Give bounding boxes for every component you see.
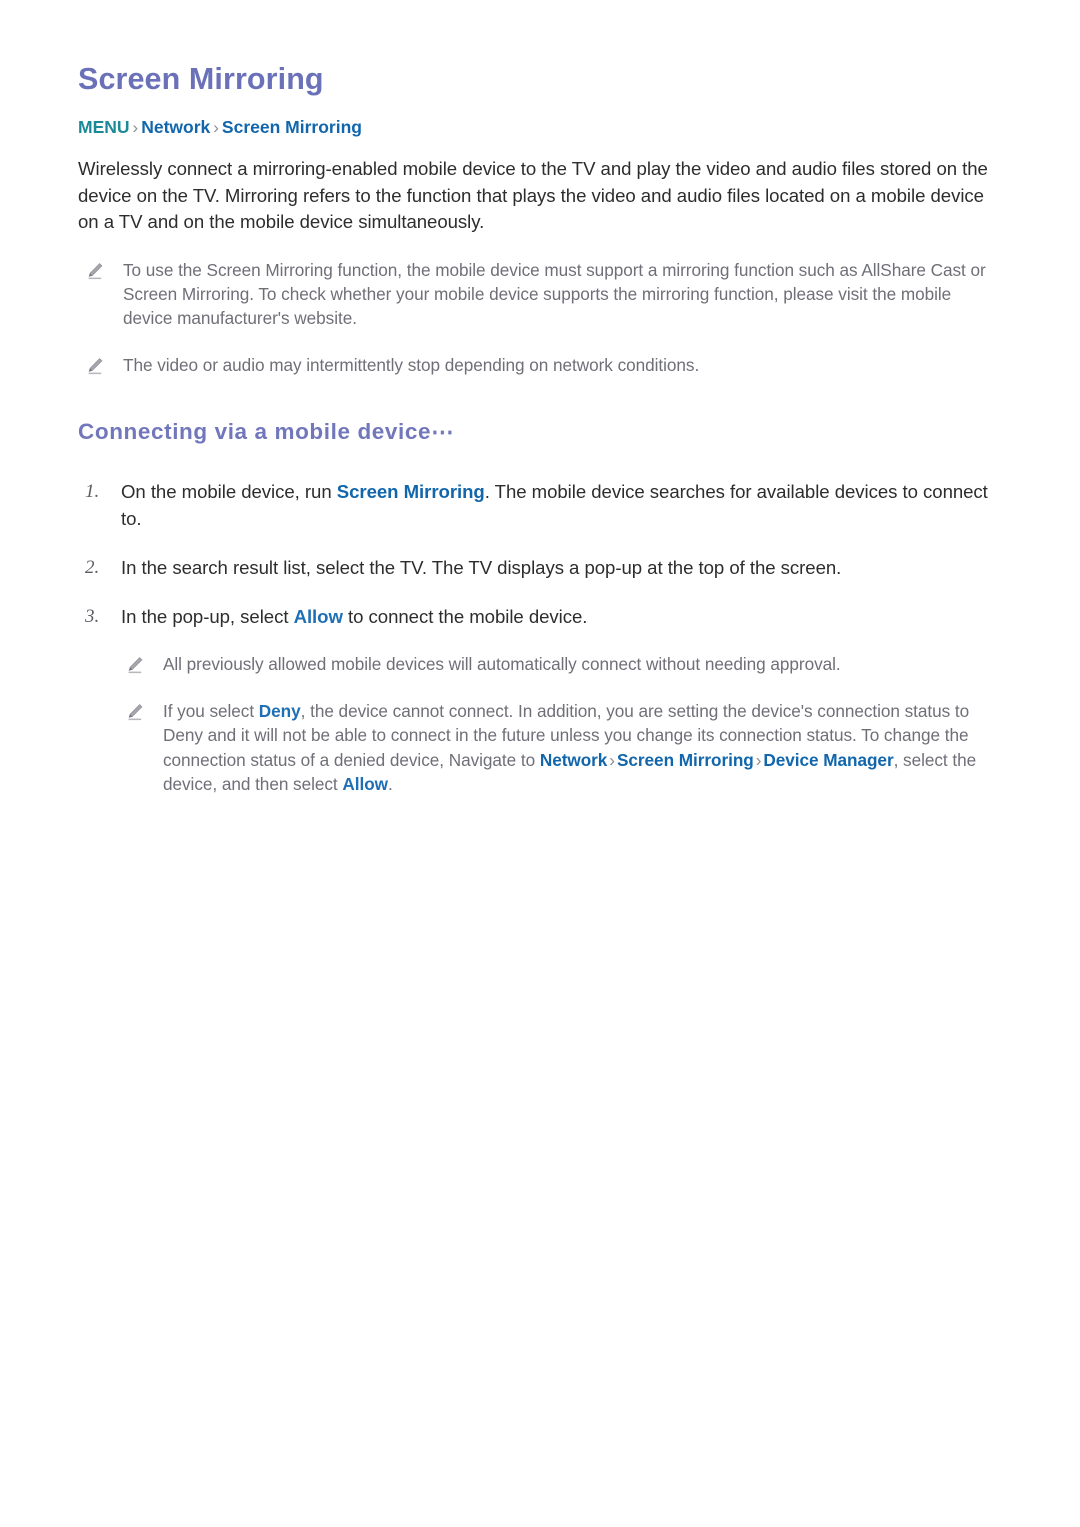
step-text-before: In the search result list, select the TV… bbox=[121, 556, 842, 578]
step-text: In the search result list, select the TV… bbox=[121, 555, 998, 582]
step-text-before: In the pop-up, select bbox=[121, 605, 294, 627]
breadcrumb-item-screen-mirroring[interactable]: Screen Mirroring bbox=[222, 117, 362, 137]
note-segment: If you select bbox=[163, 700, 259, 721]
step-item: 2. In the search result list, select the… bbox=[78, 555, 998, 582]
link-screen-mirroring[interactable]: Screen Mirroring bbox=[617, 750, 754, 770]
pencil-note-icon bbox=[85, 258, 123, 281]
breadcrumb-separator-icon: › bbox=[213, 117, 219, 137]
link-deny[interactable]: Deny bbox=[259, 701, 301, 721]
note-text: The video or audio may intermittently st… bbox=[123, 354, 700, 375]
note-item: The video or audio may intermittently st… bbox=[78, 353, 998, 377]
note-item: If you select Deny, the device cannot co… bbox=[78, 699, 998, 797]
note-item: All previously allowed mobile devices wi… bbox=[78, 652, 998, 676]
step-item: 1. On the mobile device, run Screen Mirr… bbox=[78, 479, 998, 533]
link-allow[interactable]: Allow bbox=[342, 774, 388, 794]
pencil-note-icon bbox=[125, 652, 163, 675]
breadcrumb-item-menu[interactable]: MENU bbox=[78, 117, 130, 137]
page-title: Screen Mirroring bbox=[78, 62, 324, 96]
breadcrumb-separator-icon: › bbox=[609, 749, 615, 770]
link-allow[interactable]: Allow bbox=[294, 606, 343, 627]
breadcrumb-item-network[interactable]: Network bbox=[141, 117, 210, 137]
step-item: 3. In the pop-up, select Allow to connec… bbox=[78, 604, 998, 631]
step-notes-list: All previously allowed mobile devices wi… bbox=[78, 652, 998, 796]
breadcrumb: MENU › Network › Screen Mirroring bbox=[78, 117, 998, 138]
link-device-manager[interactable]: Device Manager bbox=[763, 750, 893, 770]
step-text: On the mobile device, run Screen Mirrori… bbox=[121, 479, 998, 533]
note-text: All previously allowed mobile devices wi… bbox=[163, 654, 841, 675]
intro-paragraph: Wirelessly connect a mirroring-enabled m… bbox=[78, 158, 988, 233]
document-page: Screen Mirroring MENU › Network › Screen Mir… bbox=[0, 0, 1080, 1527]
content-column: Screen Mirroring MENU › Network › Screen Mir… bbox=[78, 62, 998, 796]
step-number: 1. bbox=[85, 481, 100, 503]
note-text: If you select Deny, the device cannot co… bbox=[163, 699, 998, 797]
pencil-note-icon bbox=[85, 353, 123, 376]
note-text: To use the Screen Mirroring function, th… bbox=[123, 259, 986, 329]
pencil-note-icon bbox=[125, 699, 163, 722]
step-text-before: On the mobile device, run bbox=[121, 481, 337, 503]
step-number: 2. bbox=[85, 556, 100, 578]
step-number: 3. bbox=[85, 605, 100, 627]
step-text: In the pop-up, select Allow to connect t… bbox=[121, 604, 998, 631]
breadcrumb-separator-icon: › bbox=[755, 749, 762, 770]
note-item: To use the Screen Mirroring function, th… bbox=[78, 258, 998, 331]
link-screen-mirroring[interactable]: Screen Mirroring bbox=[337, 481, 485, 502]
link-network[interactable]: Network bbox=[540, 750, 608, 770]
breadcrumb-separator-icon: › bbox=[132, 117, 139, 137]
top-notes-list: To use the Screen Mirroring function, th… bbox=[78, 258, 998, 378]
step-text-after: to connect the mobile device. bbox=[342, 605, 588, 627]
section-heading-connecting-via-mobile-device: Connecting via a mobile device⋯ bbox=[78, 419, 455, 445]
note-segment: . bbox=[387, 773, 393, 794]
steps-list: 1. On the mobile device, run Screen Mirr… bbox=[78, 479, 998, 630]
